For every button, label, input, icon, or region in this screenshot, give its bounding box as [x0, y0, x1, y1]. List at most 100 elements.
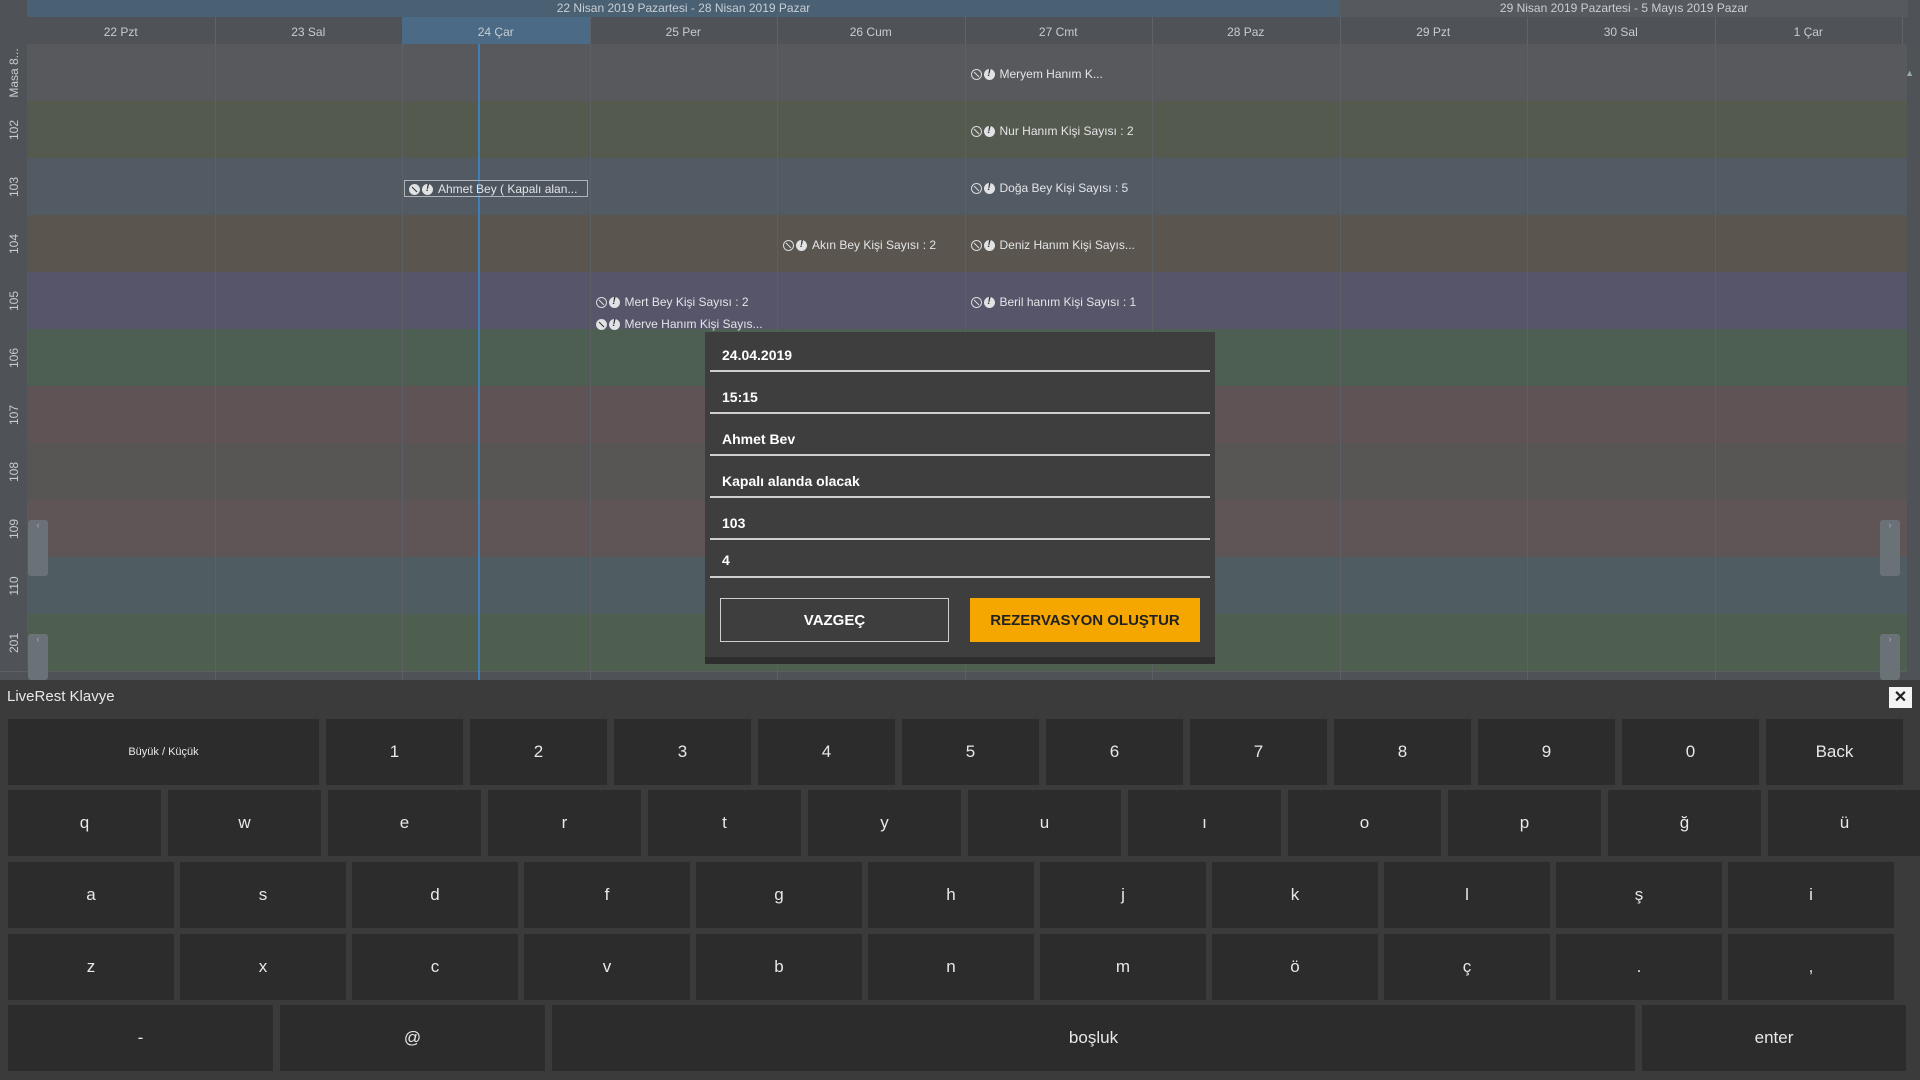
- event-status-icons: [970, 237, 997, 254]
- key[interactable]: 8: [1334, 719, 1471, 785]
- key[interactable]: b: [696, 934, 862, 1000]
- key[interactable]: 7: [1190, 719, 1327, 785]
- key[interactable]: v: [524, 934, 690, 1000]
- close-icon[interactable]: ✕: [1889, 687, 1912, 708]
- key[interactable]: enter: [1642, 1005, 1906, 1071]
- note-field[interactable]: [710, 458, 1210, 498]
- key[interactable]: h: [868, 862, 1034, 928]
- row-label: 104: [0, 215, 27, 273]
- key[interactable]: n: [868, 934, 1034, 1000]
- column-divider: [1527, 44, 1528, 680]
- day-header[interactable]: 22 Pzt: [27, 17, 216, 44]
- day-header[interactable]: 28 Paz: [1152, 17, 1341, 44]
- key[interactable]: w: [168, 790, 321, 856]
- key[interactable]: d: [352, 862, 518, 928]
- customer-name-input[interactable]: [710, 416, 1210, 454]
- key[interactable]: ş: [1556, 862, 1722, 928]
- next-appointment-handle-2[interactable]: ›: [1880, 634, 1900, 680]
- key[interactable]: 2: [470, 719, 607, 785]
- reservation-event[interactable]: Beril hanım Kişi Sayısı : 1: [967, 294, 1151, 311]
- key[interactable]: f: [524, 862, 690, 928]
- key[interactable]: i: [1728, 862, 1894, 928]
- reservation-event[interactable]: Mert Bey Kişi Sayısı : 2: [592, 294, 776, 311]
- key[interactable]: c: [352, 934, 518, 1000]
- key[interactable]: m: [1040, 934, 1206, 1000]
- key[interactable]: 6: [1046, 719, 1183, 785]
- key[interactable]: x: [180, 934, 346, 1000]
- day-header[interactable]: 27 Cmt: [965, 17, 1153, 44]
- key[interactable]: ü: [1768, 790, 1920, 856]
- table-field[interactable]: [710, 500, 1210, 540]
- reservation-event[interactable]: Merve Hanım Kişi Sayıs...: [592, 316, 776, 333]
- key[interactable]: @: [280, 1005, 545, 1071]
- day-header[interactable]: 26 Cum: [777, 17, 966, 44]
- key[interactable]: Back: [1766, 719, 1903, 785]
- week-band-1[interactable]: 22 Nisan 2019 Pazartesi - 28 Nisan 2019 …: [27, 0, 1340, 17]
- day-header[interactable]: 25 Per: [590, 17, 778, 44]
- key[interactable]: ö: [1212, 934, 1378, 1000]
- reservation-dialog: VAZGEÇ REZERVASYON OLUŞTUR: [705, 332, 1215, 664]
- key[interactable]: 9: [1478, 719, 1615, 785]
- key[interactable]: ç: [1384, 934, 1550, 1000]
- table-input[interactable]: [710, 500, 1210, 538]
- key[interactable]: k: [1212, 862, 1378, 928]
- day-header[interactable]: 1 Çar: [1715, 17, 1903, 44]
- time-input[interactable]: [710, 374, 1210, 412]
- key[interactable]: 4: [758, 719, 895, 785]
- scroll-up-arrow-icon[interactable]: ▲: [1905, 68, 1914, 78]
- key[interactable]: p: [1448, 790, 1601, 856]
- key[interactable]: 0: [1622, 719, 1759, 785]
- day-header[interactable]: 30 Sal: [1527, 17, 1716, 44]
- key[interactable]: Büyük / Küçük: [8, 719, 319, 785]
- key[interactable]: ğ: [1608, 790, 1761, 856]
- reservation-event[interactable]: Meryem Hanım K...: [967, 66, 1151, 83]
- day-header[interactable]: 24 Çar: [402, 17, 591, 44]
- key[interactable]: .: [1556, 934, 1722, 1000]
- key[interactable]: r: [488, 790, 641, 856]
- create-reservation-button[interactable]: REZERVASYON OLUŞTUR: [970, 598, 1200, 642]
- reservation-event[interactable]: Nur Hanım Kişi Sayısı : 2: [967, 123, 1151, 140]
- next-appointment-handle[interactable]: ›: [1880, 520, 1900, 576]
- column-divider: [214, 44, 216, 680]
- people-count-field[interactable]: [710, 542, 1210, 578]
- key[interactable]: t: [648, 790, 801, 856]
- day-header[interactable]: 29 Pzt: [1340, 17, 1528, 44]
- reservation-event[interactable]: Ahmet Bey ( Kapalı alan...: [404, 180, 588, 197]
- cancel-status-icon: [970, 126, 982, 137]
- key[interactable]: ,: [1728, 934, 1894, 1000]
- key[interactable]: 1: [326, 719, 463, 785]
- customer-name-field[interactable]: [710, 416, 1210, 456]
- event-label: Nur Hanım Kişi Sayısı : 2: [999, 124, 1134, 138]
- key[interactable]: s: [180, 862, 346, 928]
- prev-appointment-handle-2[interactable]: ‹: [28, 634, 48, 680]
- note-input[interactable]: [710, 458, 1210, 496]
- key[interactable]: g: [696, 862, 862, 928]
- key[interactable]: 5: [902, 719, 1039, 785]
- time-field[interactable]: [710, 374, 1210, 414]
- reservation-event[interactable]: Deniz Hanım Kişi Sayıs...: [967, 237, 1151, 254]
- key[interactable]: q: [8, 790, 161, 856]
- reservation-event[interactable]: Doğa Bey Kişi Sayısı : 5: [967, 180, 1151, 197]
- people-count-input[interactable]: [710, 542, 1210, 576]
- row-label: 106: [0, 329, 27, 387]
- key[interactable]: y: [808, 790, 961, 856]
- date-input[interactable]: [710, 332, 1210, 370]
- key[interactable]: -: [8, 1005, 273, 1071]
- key[interactable]: a: [8, 862, 174, 928]
- key[interactable]: o: [1288, 790, 1441, 856]
- key[interactable]: e: [328, 790, 481, 856]
- prev-appointment-handle[interactable]: ‹: [28, 520, 48, 576]
- key[interactable]: j: [1040, 862, 1206, 928]
- key[interactable]: l: [1384, 862, 1550, 928]
- reservation-event[interactable]: Akın Bey Kişi Sayısı : 2: [779, 237, 963, 254]
- week-band-2[interactable]: 29 Nisan 2019 Pazartesi - 5 Mayıs 2019 P…: [1340, 0, 1908, 17]
- date-field[interactable]: [710, 332, 1210, 372]
- row-label: 107: [0, 386, 27, 444]
- cancel-button[interactable]: VAZGEÇ: [720, 598, 949, 642]
- key[interactable]: ı: [1128, 790, 1281, 856]
- key[interactable]: u: [968, 790, 1121, 856]
- day-header[interactable]: 23 Sal: [215, 17, 403, 44]
- key[interactable]: z: [8, 934, 174, 1000]
- key[interactable]: boşluk: [552, 1005, 1635, 1071]
- key[interactable]: 3: [614, 719, 751, 785]
